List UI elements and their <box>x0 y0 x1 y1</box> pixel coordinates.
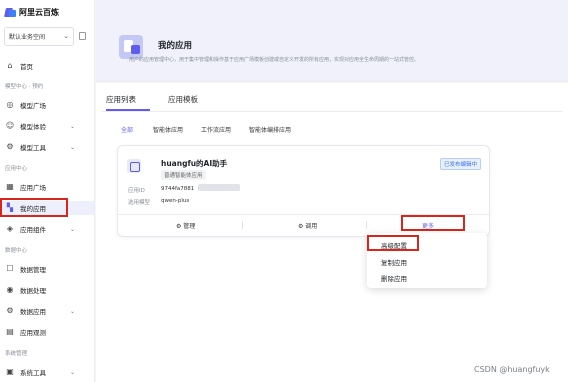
filter-all[interactable]: 全部 <box>121 125 133 134</box>
sidebar-item-app-square[interactable]: ▦ 应用广场 <box>0 180 94 194</box>
page-title: 我的应用 <box>158 41 193 51</box>
app-monitor-icon: ▤ <box>6 327 14 336</box>
data-processing-icon: ◉ <box>6 285 14 294</box>
workspace-select[interactable]: 默认业务空间 ⌄ <box>4 27 74 46</box>
invoke-button[interactable]: ⚙ 调用 <box>298 221 317 230</box>
filter-agent-apps[interactable]: 智能体应用 <box>153 125 183 134</box>
action-separator <box>242 221 243 229</box>
app-type-tag: 普通智能体应用 <box>161 170 206 180</box>
tabs-divider <box>101 111 563 112</box>
chevron-down-icon: ⌄ <box>70 143 76 151</box>
sidebar: 阿里云百炼 默认业务空间 ⌄ ⌂ 首页 模型中心 · 预约 ◎ 模型广场 ☺ 模… <box>0 0 95 382</box>
filter-agent-orchestration-apps[interactable]: 智能体编排应用 <box>249 125 291 134</box>
action-separator <box>366 221 367 229</box>
menu-item-copy-app[interactable]: 复制应用 <box>381 257 407 267</box>
model-value: qwen-plus <box>161 198 190 204</box>
highlight-more-button <box>401 215 465 231</box>
sidebar-item-label: 应用观测 <box>20 329 46 337</box>
nav-group-app-center: 应用中心 <box>5 166 28 172</box>
highlight-advanced-config <box>367 235 419 251</box>
home-icon: ⌂ <box>7 61 13 70</box>
status-badge: 已发布编辑中 <box>440 158 482 170</box>
chevron-down-icon: ⌄ <box>70 225 76 233</box>
sidebar-item-data-management[interactable]: ☐ 数据管理 <box>0 262 94 276</box>
page-description: 用户的应用管理中心，用于集中管理和操作基于应用广场模板创建或自定义开发的所有应用… <box>129 57 420 63</box>
logo-text: 阿里云百炼 <box>19 7 59 17</box>
sidebar-item-label: 应用组件 <box>20 226 46 234</box>
sidebar-item-label: 应用广场 <box>20 184 46 192</box>
app-id-label: 应用ID <box>128 188 145 194</box>
filter-workflow-apps[interactable]: 工作流应用 <box>201 125 231 134</box>
model-square-icon: ◎ <box>6 100 14 109</box>
collapse-sidebar-icon[interactable] <box>79 32 86 40</box>
sidebar-item-model-experience[interactable]: ☺ 模型体验 ⌄ <box>0 119 94 133</box>
page-header: 我的应用 用户的应用管理中心，用于集中管理和操作基于应用广场模板创建或自定义开发… <box>96 0 568 82</box>
data-management-icon: ☐ <box>6 264 14 273</box>
sidebar-item-label: 数据处理 <box>20 287 46 295</box>
app-square-icon: ▦ <box>6 182 14 191</box>
sidebar-item-data-processing[interactable]: ◉ 数据处理 <box>0 283 94 297</box>
watermark: CSDN @huangfuyk <box>474 365 550 374</box>
nav-group-model-center: 模型中心 · 预约 <box>5 84 44 90</box>
sidebar-item-label: 模型广场 <box>20 102 46 110</box>
logo[interactable]: 阿里云百炼 <box>5 4 59 20</box>
manage-button[interactable]: ⚙ 管理 <box>176 221 195 230</box>
app-components-icon: ◈ <box>6 224 14 233</box>
sidebar-item-data-apps[interactable]: ⚙ 数据应用 ⌄ <box>0 304 94 318</box>
sidebar-item-app-components[interactable]: ◈ 应用组件 ⌄ <box>0 222 94 236</box>
sidebar-item-label: 数据应用 <box>20 308 46 316</box>
sidebar-item-label: 系统工具 <box>20 369 46 377</box>
tab-app-list[interactable]: 应用列表 <box>106 94 136 105</box>
sidebar-item-label: 模型工具 <box>20 144 46 152</box>
sidebar-item-model-square[interactable]: ◎ 模型广场 <box>0 98 94 112</box>
sidebar-item-home[interactable]: ⌂ 首页 <box>0 59 94 73</box>
data-apps-icon: ⚙ <box>6 306 14 315</box>
system-tools-icon: ▣ <box>6 367 14 376</box>
app-name: huangfu的AI助手 <box>161 159 228 168</box>
chevron-down-icon: ⌄ <box>70 122 76 130</box>
sidebar-item-label: 首页 <box>20 63 33 71</box>
highlight-my-apps <box>0 198 68 217</box>
menu-item-delete-app[interactable]: 删除应用 <box>381 273 407 283</box>
model-tools-icon: ⚙ <box>6 142 14 151</box>
app-id-value: 9744fa7881 <box>161 186 195 192</box>
sidebar-item-system-tools[interactable]: ▣ 系统工具 ⌄ <box>0 365 94 379</box>
sidebar-item-label: 数据管理 <box>20 266 46 274</box>
logo-icon <box>5 7 16 18</box>
tab-app-templates[interactable]: 应用模板 <box>168 94 198 105</box>
sidebar-item-app-monitor[interactable]: ▤ 应用观测 <box>0 325 94 339</box>
app-avatar-icon <box>127 159 141 173</box>
sidebar-item-model-tools[interactable]: ⚙ 模型工具 ⌄ <box>0 140 94 154</box>
model-experience-icon: ☺ <box>5 121 15 130</box>
chevron-down-icon: ⌄ <box>70 307 76 315</box>
nav-group-data-center: 数据中心 <box>5 248 28 254</box>
chevron-down-icon: ⌄ <box>70 368 76 376</box>
sidebar-item-label: 模型体验 <box>20 123 46 131</box>
nav-group-system-management: 系统管理 <box>5 351 28 357</box>
model-label: 选用模型 <box>128 200 151 206</box>
redacted-id <box>198 184 240 191</box>
workspace-label: 默认业务空间 <box>9 34 46 41</box>
chevron-down-icon: ⌄ <box>63 32 69 40</box>
